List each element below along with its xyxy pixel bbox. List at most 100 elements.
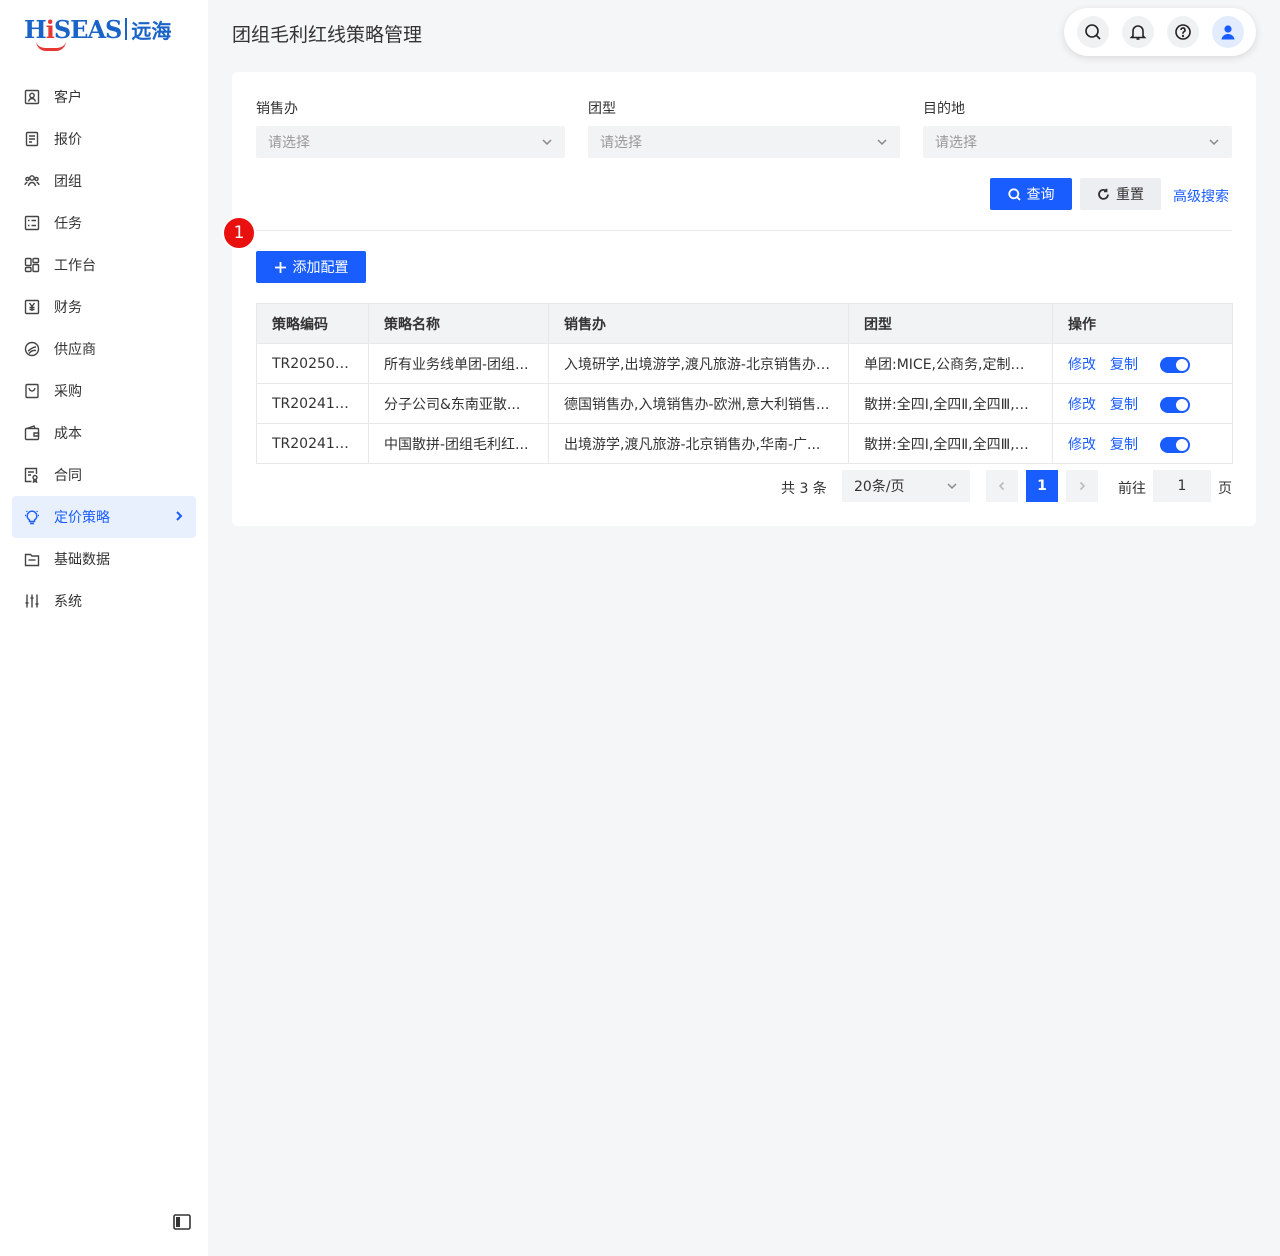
sidebar-item-pricing[interactable]: 定价策略: [12, 496, 196, 538]
copy-link[interactable]: 复制: [1110, 357, 1138, 373]
cell-name: 所有业务线单团-团组...: [368, 343, 549, 384]
sidebar-nav: 客户 报价 团组 任务 工作台 财务 供应商 采购 成本 合同 定价策略 基础数…: [12, 76, 196, 622]
select-placeholder: 请选择: [268, 135, 310, 151]
sidebar-item-group[interactable]: 团组: [12, 160, 196, 202]
cell-ops: 修改 复制: [1052, 343, 1233, 384]
sidebar-item-label: 报价: [54, 132, 82, 148]
column-header-code: 策略编码: [256, 303, 369, 344]
query-button[interactable]: 查询: [990, 178, 1072, 210]
sidebar-item-supplier[interactable]: 供应商: [12, 328, 196, 370]
sidebar-item-label: 采购: [54, 384, 82, 400]
page-size-select[interactable]: 20条/页: [842, 470, 970, 502]
user-avatar[interactable]: [1211, 16, 1244, 48]
copy-link[interactable]: 复制: [1110, 397, 1138, 413]
sidebar-item-cost[interactable]: 成本: [12, 412, 196, 454]
next-page-button[interactable]: [1066, 470, 1098, 502]
page-suffix: 页: [1218, 481, 1232, 497]
task-icon: [24, 215, 40, 231]
edit-link[interactable]: 修改: [1068, 397, 1096, 413]
destination-select[interactable]: 请选择: [923, 126, 1232, 158]
chevron-down-icon: [1208, 136, 1220, 148]
sidebar-item-label: 成本: [54, 426, 82, 442]
search-icon: [1084, 24, 1101, 40]
sidebar-item-label: 客户: [54, 90, 82, 106]
chevron-down-icon: [876, 136, 888, 148]
edit-link[interactable]: 修改: [1068, 357, 1096, 373]
sidebar-item-label: 财务: [54, 300, 82, 316]
chevron-right-icon: [1079, 481, 1086, 491]
bell-icon: [1129, 25, 1146, 40]
help-button[interactable]: [1166, 16, 1199, 48]
quote-icon: [24, 131, 40, 147]
lightbulb-icon: [24, 509, 40, 525]
workbench-icon: [24, 257, 40, 273]
cell-office: 德国销售办,入境销售办-欧洲,意大利销售...: [548, 383, 849, 424]
logo[interactable]: HiSEAS 远海: [24, 12, 172, 51]
logo-cn: 远海: [131, 18, 172, 43]
notification-button[interactable]: [1121, 16, 1154, 48]
finance-icon: [24, 299, 40, 315]
divider: [256, 230, 1232, 231]
supplier-icon: [24, 341, 40, 357]
column-header-ops: 操作: [1052, 303, 1233, 344]
pagination-total: 共 3 条: [781, 481, 827, 497]
sidebar-item-contract[interactable]: 合同: [12, 454, 196, 496]
select-placeholder: 请选择: [600, 135, 642, 151]
sidebar-item-label: 任务: [54, 216, 82, 232]
base-data-icon: [24, 551, 40, 567]
enable-toggle[interactable]: [1160, 436, 1190, 453]
chevron-down-icon: [946, 480, 958, 492]
edit-link[interactable]: 修改: [1068, 437, 1096, 453]
column-header-office: 销售办: [548, 303, 849, 344]
goto-page-input[interactable]: 1: [1153, 470, 1211, 502]
sidebar-item-purchase[interactable]: 采购: [12, 370, 196, 412]
reset-button[interactable]: 重置: [1080, 178, 1161, 210]
advanced-search-link[interactable]: 高级搜索: [1173, 186, 1229, 206]
sidebar-item-base-data[interactable]: 基础数据: [12, 538, 196, 580]
sidebar-collapse-icon[interactable]: [172, 1212, 192, 1232]
sidebar-item-label: 合同: [54, 468, 82, 484]
sidebar-item-customer[interactable]: 客户: [12, 76, 196, 118]
sidebar-item-label: 基础数据: [54, 552, 110, 568]
group-icon: [24, 173, 40, 189]
sidebar: HiSEAS 远海 客户 报价 团组 任务 工作台 财务 供应商 采购 成本 合…: [0, 0, 208, 1256]
select-placeholder: 请选择: [935, 135, 977, 151]
sidebar-item-quote[interactable]: 报价: [12, 118, 196, 160]
add-config-button[interactable]: 添加配置: [256, 251, 366, 283]
search-button[interactable]: [1076, 16, 1109, 48]
cell-name: 中国散拼-团组毛利红...: [368, 423, 549, 464]
chevron-down-icon: [541, 136, 553, 148]
cell-office: 出境游学,渡凡旅游-北京销售办,华南-广...: [548, 423, 849, 464]
sidebar-item-label: 工作台: [54, 258, 96, 274]
prev-page-button[interactable]: [986, 470, 1018, 502]
cell-code: TR202412...: [256, 423, 369, 464]
sidebar-item-workbench[interactable]: 工作台: [12, 244, 196, 286]
purchase-icon: [24, 383, 40, 399]
sidebar-item-system[interactable]: 系统: [12, 580, 196, 622]
page-number-current[interactable]: 1: [1026, 470, 1058, 502]
cell-code: TR202501...: [256, 343, 369, 384]
enable-toggle[interactable]: [1160, 396, 1190, 413]
plus-icon: [274, 261, 286, 273]
sidebar-item-label: 定价策略: [54, 510, 110, 526]
enable-toggle[interactable]: [1160, 356, 1190, 373]
search-icon: [1007, 187, 1021, 201]
copy-link[interactable]: 复制: [1110, 437, 1138, 453]
sidebar-item-finance[interactable]: 财务: [12, 286, 196, 328]
group-type-select[interactable]: 请选择: [588, 126, 900, 158]
header-toolbar: [1064, 8, 1256, 56]
cell-type: 散拼:全四Ⅰ,全四Ⅱ,全四Ⅲ,三天: [848, 423, 1053, 464]
cell-code: TR202412...: [256, 383, 369, 424]
logo-brand: HiSEAS: [24, 15, 122, 51]
filter-label-group-type: 团型: [588, 101, 616, 117]
cell-type: 单团:MICE,公商务,定制团,常规团: [848, 343, 1053, 384]
help-icon: [1174, 24, 1191, 40]
sales-office-select[interactable]: 请选择: [256, 126, 565, 158]
cell-name: 分子公司&东南亚散...: [368, 383, 549, 424]
goto-label: 前往: [1118, 481, 1146, 497]
sidebar-item-task[interactable]: 任务: [12, 202, 196, 244]
sliders-icon: [24, 593, 40, 609]
chevron-right-icon: [172, 509, 186, 523]
cost-icon: [24, 425, 40, 441]
strategy-table: 策略编码 策略名称 销售办 团型 操作 TR202501... 所有业务线单团-…: [256, 303, 1233, 464]
